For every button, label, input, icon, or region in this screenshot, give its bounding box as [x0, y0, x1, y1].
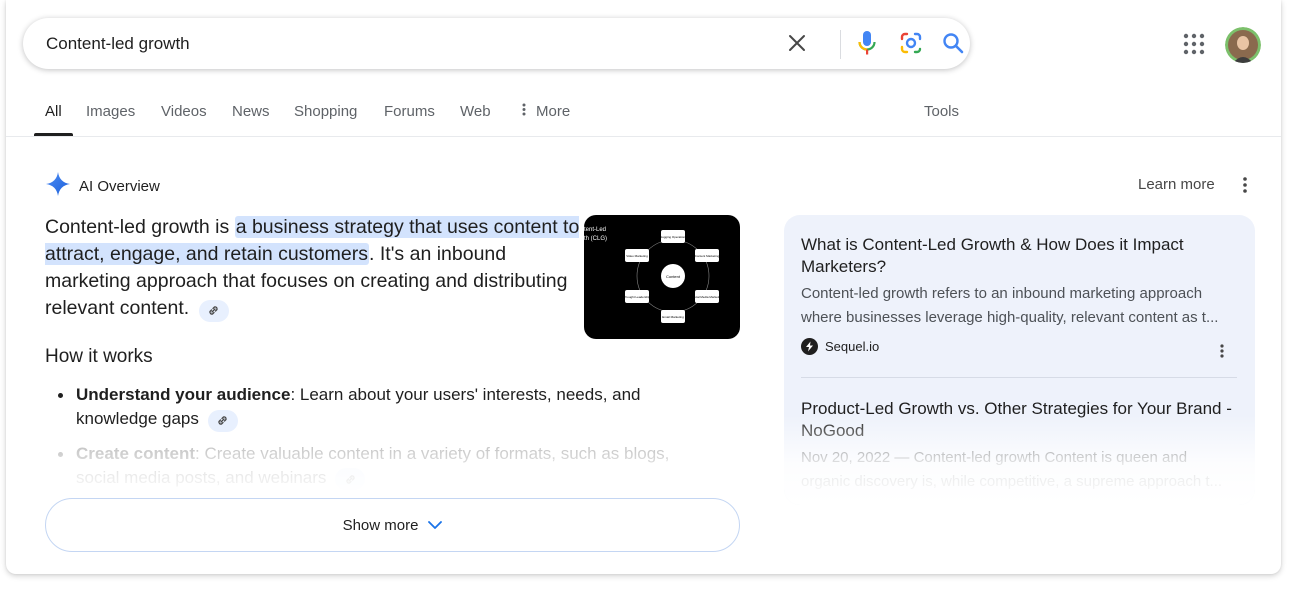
sources-panel: What is Content-Led Growth & How Does it…	[784, 215, 1255, 505]
thumb-node-3: Social Media Marketing	[691, 295, 723, 299]
bullet-title: Create content	[76, 443, 196, 463]
more-vert-icon	[522, 103, 530, 120]
ai-overview-summary: Content-led growth is a business strateg…	[45, 214, 580, 322]
source-site-name: Sequel.io	[825, 339, 880, 354]
how-it-works-list: Understand your audience: Learn about yo…	[58, 383, 716, 500]
ai-overview-title: AI Overview	[79, 178, 160, 195]
how-it-works-heading: How it works	[45, 346, 153, 367]
sequel-logo-icon	[801, 338, 818, 355]
thumb-center-label: Content	[666, 274, 681, 279]
mic-icon[interactable]	[854, 30, 880, 56]
thumb-title-1: tent-Led	[584, 227, 606, 233]
chevron-down-icon	[428, 520, 443, 529]
search-divider	[840, 30, 841, 59]
search-tabs: All Images Videos News Shopping Forums W…	[6, 90, 1281, 137]
active-tab-indicator	[34, 133, 73, 136]
learn-more-link[interactable]: Learn more	[1138, 176, 1215, 193]
search-icon[interactable]	[940, 30, 966, 56]
thumb-node-6: Video Marketing	[626, 254, 648, 258]
user-avatar[interactable]	[1225, 27, 1261, 63]
snippet-line: organic discovery is, while competitive,…	[801, 473, 1223, 490]
source-more-icon[interactable]	[1214, 343, 1230, 359]
more-options-icon[interactable]	[1235, 175, 1255, 195]
tab-more[interactable]: More	[522, 103, 570, 120]
sparkle-icon	[45, 171, 71, 202]
tab-more-label: More	[536, 103, 571, 120]
citation-link-icon[interactable]	[198, 299, 229, 322]
list-item: Understand your audience: Learn about yo…	[58, 383, 716, 432]
apps-grid-icon[interactable]	[1182, 32, 1206, 56]
thumb-node-1: Blogging Operations	[659, 235, 687, 239]
thumb-node-2: Content Marketing	[695, 254, 720, 258]
citation-link-icon[interactable]	[335, 468, 366, 490]
source-divider	[801, 377, 1237, 378]
bullet-title: Understand your audience	[76, 385, 291, 404]
tab-news[interactable]: News	[232, 103, 270, 120]
snippet-line: Nov 20, 2022 — Content-led growth Conten…	[801, 449, 1188, 466]
tab-videos[interactable]: Videos	[161, 103, 207, 120]
source-title[interactable]: What is Content-Led Growth & How Does it…	[801, 234, 1241, 278]
source-card[interactable]: Product-Led Growth vs. Other Strategies …	[801, 398, 1241, 494]
summary-prefix: Content-led growth is	[45, 216, 235, 238]
tab-web[interactable]: Web	[460, 103, 491, 120]
source-card[interactable]: What is Content-Led Growth & How Does it…	[801, 234, 1241, 355]
list-item: Create content: Create valuable content …	[58, 442, 716, 490]
show-more-button[interactable]: Show more	[45, 498, 740, 552]
search-bar	[23, 18, 970, 69]
snippet-line: where businesses leverage high-quality, …	[801, 309, 1219, 326]
thumb-title-2: th (CLG)	[584, 236, 607, 242]
source-site[interactable]: Sequel.io	[801, 338, 1241, 355]
ai-overview-header: AI Overview	[45, 171, 160, 202]
overview-thumbnail-image[interactable]: tent-Led th (CLG) Content Blogging Opera…	[584, 215, 740, 339]
tab-forums[interactable]: Forums	[384, 103, 435, 120]
tools-button[interactable]: Tools	[924, 103, 959, 120]
thumb-node-5: Thought Leadership	[624, 295, 651, 299]
thumb-node-4: Email Marketing	[662, 315, 684, 319]
snippet-line: Content-led growth refers to an inbound …	[801, 285, 1203, 302]
tab-images[interactable]: Images	[86, 103, 135, 120]
clear-icon[interactable]	[784, 30, 810, 56]
tab-all[interactable]: All	[45, 103, 62, 120]
source-snippet: Content-led growth refers to an inbound …	[801, 282, 1241, 330]
tab-shopping[interactable]: Shopping	[294, 103, 357, 120]
source-snippet: Nov 20, 2022 — Content-led growth Conten…	[801, 446, 1241, 494]
lens-icon[interactable]	[898, 30, 924, 56]
show-more-label: Show more	[342, 516, 419, 534]
citation-link-icon[interactable]	[207, 409, 238, 432]
results-card: All Images Videos News Shopping Forums W…	[6, 0, 1281, 574]
source-title[interactable]: Product-Led Growth vs. Other Strategies …	[801, 398, 1241, 442]
search-input[interactable]	[46, 31, 766, 56]
